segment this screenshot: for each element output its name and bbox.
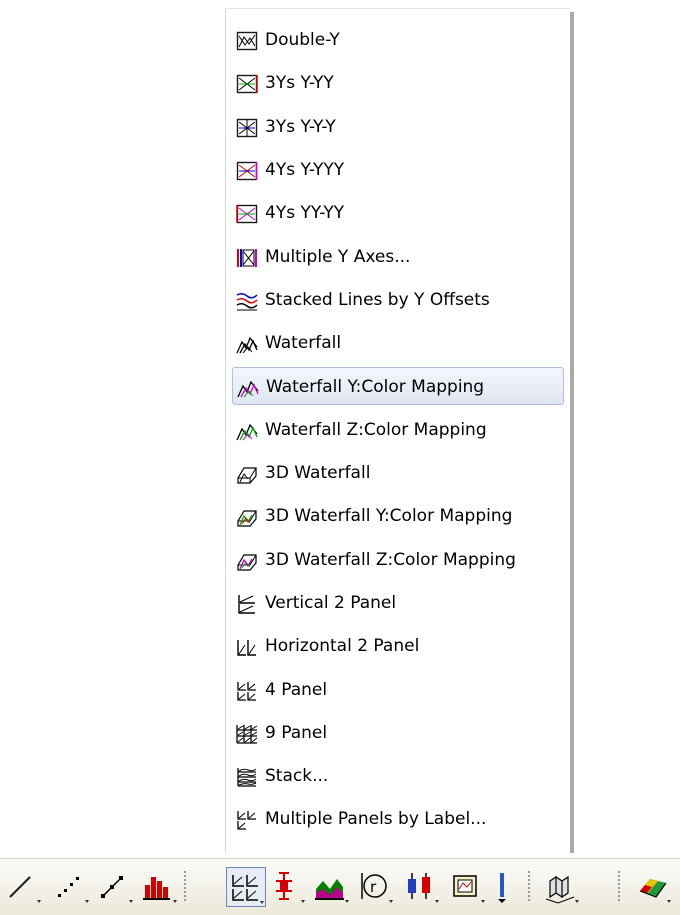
menu-item-multiple-panels-by-label[interactable]: Multiple Panels by Label... <box>232 800 564 838</box>
toolbar-separator <box>528 871 530 903</box>
3d-surface-graph-button[interactable] <box>634 867 674 907</box>
toolbar-separator <box>184 871 186 903</box>
stacked-lines-icon <box>236 291 258 311</box>
menu-item-label: Double-Y <box>265 30 340 50</box>
polar-graph-button[interactable]: r <box>356 867 396 907</box>
menu-item-stack[interactable]: Stack... <box>232 757 564 795</box>
waterfall-icon <box>236 334 258 354</box>
double-y-graph-icon <box>236 31 258 51</box>
menu-item-waterfall[interactable]: Waterfall <box>232 324 564 362</box>
waterfall-z-color-icon <box>236 421 258 441</box>
horizontal-2-panel-icon <box>236 637 258 657</box>
menu-item-3d-waterfall-y-color[interactable]: 3D Waterfall Y:Color Mapping <box>232 497 564 535</box>
menu-item-three-y-y-y-graph[interactable]: 3Ys Y-Y-Y <box>232 108 564 146</box>
menu-item-label: 3Ys Y-YY <box>265 73 334 94</box>
area-graph-button[interactable] <box>312 867 352 907</box>
stock-graph-button[interactable] <box>402 867 442 907</box>
menu-item-label: 4Ys Y-YYY <box>265 159 345 180</box>
menu-item-label: Waterfall Y:Color Mapping <box>266 377 485 398</box>
menu-item-label: Multiple Y Axes... <box>265 246 411 267</box>
multiple-y-axes-icon <box>236 248 258 268</box>
line-graph-button[interactable] <box>4 867 44 907</box>
menu-item-label: Horizontal 2 Panel <box>265 636 420 657</box>
menu-item-label: Stacked Lines by Y Offsets <box>265 289 490 310</box>
template-graph-button[interactable] <box>448 867 488 907</box>
3d-waterfall-icon <box>236 464 258 484</box>
column-graph-button[interactable] <box>140 867 180 907</box>
multiple-panels-by-label-icon <box>236 810 258 831</box>
menu-item-four-yy-yy-graph[interactable]: 4Ys YY-YY <box>232 194 564 232</box>
menu-item-label: Vertical 2 Panel <box>265 592 397 613</box>
menu-item-label: 3D Waterfall <box>265 463 371 483</box>
menu-shadow <box>570 12 574 853</box>
menu-item-9-panel[interactable]: 9 Panel <box>232 714 564 752</box>
graph-type-dropdown-menu: Double-Y 3Ys Y-YY 3Ys Y-Y-Y 4Ys Y-YYY 4Ys YY… <box>225 8 570 853</box>
menu-item-horizontal-2-panel[interactable]: Horizontal 2 Panel <box>232 627 564 665</box>
menu-item-three-y-yy-graph[interactable]: 3Ys Y-YY <box>232 64 564 102</box>
four-yy-yy-graph-icon <box>236 204 258 224</box>
waterfall-y-color-icon <box>237 378 259 398</box>
menu-item-waterfall-y-color[interactable]: Waterfall Y:Color Mapping <box>232 367 564 406</box>
menu-item-4-panel[interactable]: 4 Panel <box>232 671 564 709</box>
four-y-yyy-graph-icon <box>236 161 258 181</box>
menu-item-vertical-2-panel[interactable]: Vertical 2 Panel <box>232 584 564 622</box>
line-symbol-graph-button[interactable] <box>96 867 136 907</box>
error-bar-graph-button[interactable] <box>268 867 308 907</box>
menu-item-four-y-yyy-graph[interactable]: 4Ys Y-YYY <box>232 151 564 189</box>
menu-item-label: 4Ys YY-YY <box>265 203 345 224</box>
menu-item-3d-waterfall-z-color[interactable]: 3D Waterfall Z:Color Mapping <box>232 541 564 579</box>
menu-item-stacked-lines[interactable]: Stacked Lines by Y Offsets <box>232 281 564 319</box>
menu-item-waterfall-z-color[interactable]: Waterfall Z:Color Mapping <box>232 411 564 449</box>
menu-item-label: 3D Waterfall Y:Color Mapping <box>265 506 513 527</box>
menu-item-label: Stack... <box>265 766 329 787</box>
vertical-2-panel-icon <box>236 594 258 614</box>
4-panel-icon <box>236 681 258 701</box>
3d-waterfall-z-color-icon <box>236 551 258 571</box>
graph-toolbar: r <box>0 858 680 915</box>
three-y-yy-graph-icon <box>236 74 258 94</box>
menu-item-double-y-graph[interactable]: Double-Y <box>232 21 564 59</box>
3d-bar-graph-button[interactable] <box>542 867 582 907</box>
menu-item-label: 3Ys Y-Y-Y <box>265 116 336 137</box>
menu-item-label: Multiple Panels by Label... <box>265 809 487 830</box>
menu-item-label: 4 Panel <box>265 679 328 700</box>
menu-item-label: Waterfall <box>265 333 342 354</box>
three-y-y-y-graph-icon <box>236 118 258 138</box>
svg-text:r: r <box>370 878 377 896</box>
multi-panel-graph-button[interactable] <box>226 867 266 907</box>
menu-item-label: 3D Waterfall Z:Color Mapping <box>265 549 516 570</box>
menu-item-3d-waterfall[interactable]: 3D Waterfall <box>232 454 564 492</box>
9-panel-icon <box>236 724 258 744</box>
toolbar-separator <box>618 871 620 903</box>
menu-item-label: Waterfall Z:Color Mapping <box>265 419 487 440</box>
3d-waterfall-y-color-icon <box>236 507 258 527</box>
stack-icon <box>236 767 258 787</box>
menu-item-label: 9 Panel <box>265 722 328 743</box>
scatter-graph-button[interactable] <box>52 867 92 907</box>
menu-item-multiple-y-axes[interactable]: Multiple Y Axes... <box>232 238 564 276</box>
